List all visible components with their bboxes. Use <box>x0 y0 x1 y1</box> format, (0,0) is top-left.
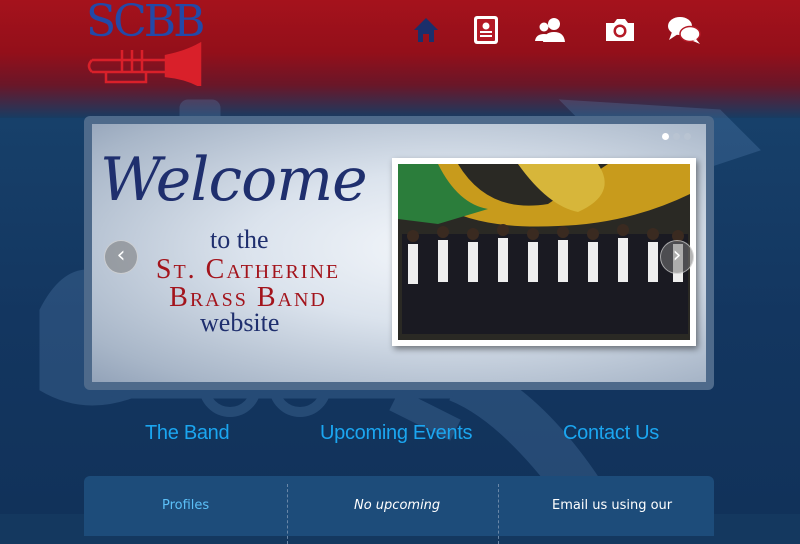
welcome-website: website <box>200 308 280 337</box>
slider-dot-1[interactable] <box>662 133 669 140</box>
site-logo[interactable]: SCBB <box>86 0 205 88</box>
nav-home[interactable] <box>406 10 446 50</box>
section-title-contact-us[interactable]: Contact Us <box>563 422 659 445</box>
profiles-link[interactable]: Profiles <box>162 498 209 513</box>
slider-prev-button[interactable]: ‹ <box>104 240 138 274</box>
slider-dot-2[interactable] <box>673 133 680 140</box>
info-panel: Profiles No upcoming Email us using our <box>84 476 714 544</box>
section-title-upcoming-events[interactable]: Upcoming Events <box>320 422 473 445</box>
band-photo-frame <box>392 158 696 346</box>
welcome-to-the: to the <box>210 225 269 254</box>
slider-next-button[interactable]: › <box>660 240 694 274</box>
panel-divider <box>287 484 288 544</box>
trumpet-logo-icon <box>87 42 202 86</box>
main-navigation <box>400 10 710 50</box>
nav-members[interactable] <box>530 10 570 50</box>
panel-divider <box>498 484 499 544</box>
slider-pagination <box>662 133 702 143</box>
band-name-line1: St. Catherine <box>155 254 341 285</box>
logo-text: SCBB <box>86 0 205 47</box>
band-name: St. Catherine Brass Band <box>108 256 388 312</box>
camera-icon <box>606 19 634 41</box>
chat-bubbles-icon <box>668 17 701 44</box>
band-photo-illustration <box>398 164 690 340</box>
slider-dot-3[interactable] <box>684 133 691 140</box>
nav-profiles[interactable] <box>466 10 506 50</box>
contact-card-icon <box>474 16 498 44</box>
home-icon <box>414 18 438 42</box>
no-events-text: No upcoming <box>354 498 441 513</box>
nav-contact[interactable] <box>664 10 704 50</box>
nav-gallery[interactable] <box>600 10 640 50</box>
email-us-text: Email us using our <box>552 498 673 513</box>
welcome-heading: Welcome <box>100 145 368 215</box>
band-photo <box>398 164 690 340</box>
users-icon <box>535 18 565 42</box>
section-title-the-band[interactable]: The Band <box>145 422 230 445</box>
